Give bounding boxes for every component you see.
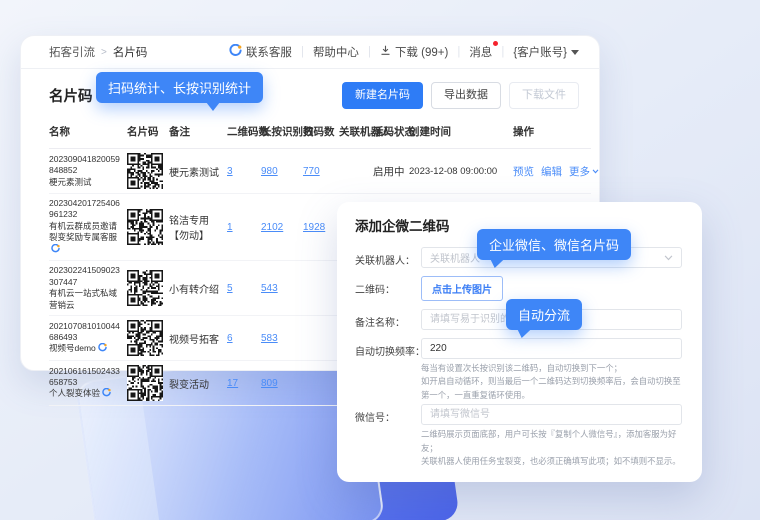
download-file-button[interactable]: 下载文件 <box>509 82 579 109</box>
support-chat-icon <box>229 44 242 60</box>
nav-account-dropdown[interactable]: {客户账号} <box>513 44 579 60</box>
press-count-link[interactable]: 980 <box>261 166 278 177</box>
scan-count-link[interactable]: 1928 <box>303 222 325 233</box>
card-title: 有机云群成员邀请裂变奖励专属客服 <box>49 221 121 256</box>
qr-cell <box>127 320 169 356</box>
table-row: 202309041820059848852 梗元素测试 梗元素测试 3 980 … <box>49 149 591 194</box>
qr-code-image <box>127 270 163 306</box>
top-nav-menu: 联系客服 | 帮助中心 | 下载 (99+) | 消息 | {客户账号} <box>229 44 579 60</box>
qrcode-field-label: 二维码： <box>351 276 421 301</box>
wechat-id-input[interactable] <box>421 404 682 425</box>
nav-support[interactable]: 联系客服 <box>229 44 292 60</box>
qr-code-image <box>127 209 163 245</box>
frequency-field-label: 自动切换频率： <box>351 338 421 402</box>
chevron-down-icon <box>592 169 599 174</box>
brand-cloud-icon <box>51 244 60 256</box>
table-header-row: 名称 名片码 备注 二维码数 长按识别数 扫码数 关联机器人 活码状态 创建时间… <box>49 118 591 149</box>
switch-frequency-input[interactable] <box>421 338 682 359</box>
wechat-card-tooltip: 企业微信、微信名片码 <box>477 229 631 260</box>
chevron-down-icon <box>664 255 673 261</box>
download-icon <box>380 45 391 59</box>
more-link[interactable]: 更多 <box>569 164 599 179</box>
export-data-button[interactable]: 导出数据 <box>431 82 501 109</box>
breadcrumb-section[interactable]: 拓客引流 <box>49 44 95 60</box>
qr-code-image <box>127 365 163 401</box>
remark-field-label: 备注名称： <box>351 309 421 330</box>
card-id: 202309041820059848852 <box>49 154 121 177</box>
top-navbar: 拓客引流 > 名片码 联系客服 | 帮助中心 | 下载 (99+) | <box>21 36 599 69</box>
press-count-link[interactable]: 809 <box>261 378 278 389</box>
card-name-cell: 202106161502433658753 个人裂变体验 <box>49 366 127 401</box>
qr-count-link[interactable]: 6 <box>227 333 233 344</box>
unread-badge-dot <box>493 41 498 46</box>
qr-code-image <box>127 153 163 189</box>
card-id: 202106161502433658753 <box>49 366 121 389</box>
chevron-down-icon <box>571 50 579 59</box>
press-count-link[interactable]: 2102 <box>261 222 283 233</box>
scan-count-link[interactable]: 770 <box>303 166 320 177</box>
created-time-cell: 2023-12-08 09:00:00 <box>409 166 513 177</box>
card-name-cell: 202309041820059848852 梗元素测试 <box>49 154 127 188</box>
qr-cell <box>127 270 169 306</box>
qr-count-link[interactable]: 1 <box>227 222 233 233</box>
edit-link[interactable]: 编辑 <box>541 164 562 179</box>
card-title: 视频号demo <box>49 343 121 355</box>
remark-cell: 裂变活动 <box>169 376 227 391</box>
press-count-link[interactable]: 583 <box>261 333 278 344</box>
qr-code-image <box>127 320 163 356</box>
nav-download[interactable]: 下载 (99+) <box>380 44 448 60</box>
breadcrumb-current: 名片码 <box>113 44 148 60</box>
robot-field-label: 关联机器人： <box>351 247 421 268</box>
create-card-button[interactable]: 新建名片码 <box>342 82 423 109</box>
frequency-help-line2: 如开启自动循环，则当最后一个二维码达到切换频率后，会自动切换至第一个，一直重复循… <box>421 375 682 402</box>
nav-messages[interactable]: 消息 <box>469 44 492 60</box>
stats-tooltip: 扫码统计、长按识别统计 <box>96 72 263 103</box>
qr-count-link[interactable]: 17 <box>227 378 238 389</box>
press-count-link[interactable]: 543 <box>261 283 278 294</box>
frequency-help-line1: 每当有设置次长按识别该二维码，自动切换到下一个； <box>421 362 682 375</box>
qr-count-link[interactable]: 3 <box>227 166 233 177</box>
brand-cloud-icon <box>102 388 111 400</box>
breadcrumb-separator: > <box>101 47 107 58</box>
remark-cell: 小有转介绍 <box>169 281 227 296</box>
qr-cell <box>127 153 169 189</box>
brand-cloud-icon <box>98 343 107 355</box>
card-name-cell: 202302241509023307447 有机云一站式私域营销云 <box>49 265 127 311</box>
remark-cell: 铭洁专用【勿动】 <box>169 212 227 242</box>
wechat-help-line1: 二维码展示页面底部，用户可长按『复制个人微信号』，添加客服为好友； <box>421 428 682 455</box>
status-cell: 启用中 <box>373 164 409 179</box>
remark-cell: 梗元素测试 <box>169 164 227 179</box>
qr-cell <box>127 365 169 401</box>
row-actions: 预览 编辑 更多 <box>513 164 599 179</box>
preview-link[interactable]: 预览 <box>513 164 534 179</box>
card-title: 梗元素测试 <box>49 177 121 188</box>
card-title: 个人裂变体验 <box>49 388 121 400</box>
qr-cell <box>127 209 169 245</box>
card-title: 有机云一站式私域营销云 <box>49 288 121 311</box>
card-name-cell: 202107081010044686493 视频号demo <box>49 321 127 356</box>
card-name-cell: 202304201725406961232 有机云群成员邀请裂变奖励专属客服 <box>49 198 127 256</box>
remark-cell: 视频号拓客 <box>169 331 227 346</box>
nav-help-center[interactable]: 帮助中心 <box>313 44 359 60</box>
qr-count-link[interactable]: 5 <box>227 283 233 294</box>
breadcrumb: 拓客引流 > 名片码 <box>49 44 147 60</box>
wechat-field-label: 微信号： <box>351 404 421 468</box>
autoflow-tooltip: 自动分流 <box>506 299 582 330</box>
card-id: 202304201725406961232 <box>49 198 121 221</box>
card-id: 202107081010044686493 <box>49 321 121 344</box>
upload-image-button[interactable]: 点击上传图片 <box>421 276 503 301</box>
page-title: 名片码 <box>49 85 93 106</box>
wechat-help-line2: 关联机器人使用任务宝裂变，也必须正确填写此项；如不填则不显示。 <box>421 455 682 468</box>
card-id: 202302241509023307447 <box>49 265 121 288</box>
